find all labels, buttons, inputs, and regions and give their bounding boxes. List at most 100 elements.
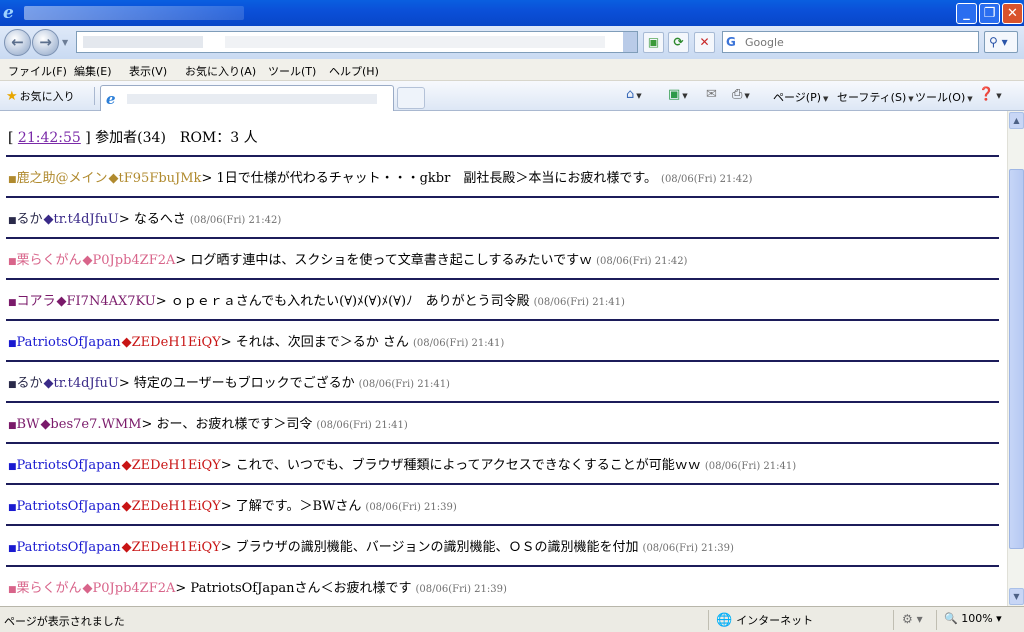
protected-mode-icon[interactable]: ⚙ ▾: [902, 612, 923, 626]
message-timestamp: (08/06(Fri) 21:41): [533, 297, 625, 308]
header-open-bracket: [: [8, 130, 14, 146]
mail-icon[interactable]: ✉: [706, 87, 717, 102]
compatibility-view-icon[interactable]: ▣: [643, 32, 664, 53]
zone-label: インターネット: [736, 614, 814, 627]
message-bullet-icon: ■: [8, 175, 17, 185]
page-menu[interactable]: ページ(P) ▼: [773, 89, 828, 105]
message-bullet-icon: ■: [8, 544, 17, 554]
message-text: 特定のユーザーもブロックでござるか: [133, 376, 355, 391]
chat-message: ■PatriotsOfJapan◆ZEDeH1EiQY> これで、いつでも、ブラ…: [8, 454, 796, 473]
print-icon[interactable]: ⎙ ▼: [732, 87, 750, 102]
star-icon: ★: [6, 89, 18, 104]
message-author: PatriotsOfJapan: [16, 540, 121, 555]
message-timestamp: (08/06(Fri) 21:41): [316, 420, 408, 431]
message-author: 鹿之助@メイン: [16, 171, 108, 186]
message-separator: [6, 483, 999, 485]
back-button[interactable]: ←: [4, 29, 31, 56]
browser-tab[interactable]: e: [100, 85, 394, 111]
status-bar: ページが表示されました 🌐 インターネット ⚙ ▾ 🔍 100% ▾: [0, 606, 1024, 632]
message-text: なるへさ: [133, 212, 186, 227]
window-title-redacted: [24, 6, 244, 20]
status-divider: [708, 610, 709, 630]
help-icon[interactable]: ❓ ▼: [978, 87, 1002, 102]
title-bar: e _ ❐ ✕: [0, 0, 1024, 26]
search-box[interactable]: G: [722, 31, 979, 53]
menu-edit[interactable]: 編集(E): [74, 63, 112, 79]
message-trip: ◆P0Jpb4ZF2A: [82, 581, 176, 596]
scroll-thumb[interactable]: [1009, 169, 1024, 549]
address-redacted: [83, 36, 203, 48]
address-dropdown-button[interactable]: [623, 32, 637, 52]
close-button[interactable]: ✕: [1002, 3, 1023, 24]
message-separator: [6, 237, 999, 239]
message-separator: [6, 401, 999, 403]
message-prompt: >: [175, 253, 191, 268]
message-trip: ◆tF95FbuJMk: [108, 171, 202, 186]
chat-message: ■PatriotsOfJapan◆ZEDeH1EiQY> ブラウザの識別機能、バ…: [8, 536, 734, 555]
security-zone[interactable]: 🌐 インターネット: [716, 612, 813, 628]
message-prompt: >: [220, 540, 236, 555]
message-timestamp: (08/06(Fri) 21:39): [642, 543, 734, 554]
search-input[interactable]: [745, 34, 965, 50]
history-dropdown-icon[interactable]: ▼: [62, 38, 68, 47]
stop-icon[interactable]: ✕: [694, 32, 715, 53]
home-icon[interactable]: ⌂ ▼: [626, 87, 642, 102]
menu-view[interactable]: 表示(V): [129, 63, 167, 79]
scroll-up-button[interactable]: ▲: [1009, 112, 1024, 129]
message-prompt: >: [201, 171, 217, 186]
menu-bar: ファイル(F) 編集(E) 表示(V) お気に入り(A) ツール(T) ヘルプ(…: [0, 59, 1024, 81]
message-trip: ◆ZEDeH1EiQY: [121, 335, 221, 350]
message-timestamp: (08/06(Fri) 21:41): [358, 379, 450, 390]
maximize-button[interactable]: ❐: [979, 3, 1000, 24]
message-author: 栗らくがん: [16, 253, 82, 268]
message-prompt: >: [155, 294, 171, 309]
message-prompt: >: [175, 581, 191, 596]
message-text: 1日で仕様が代わるチャット・・・gkbr 副社長殿＞本当にお疲れ様です。: [216, 171, 658, 186]
message-author: PatriotsOfJapan: [16, 335, 121, 350]
refresh-icon[interactable]: ⟳: [668, 32, 689, 53]
message-text: これで、いつでも、ブラウザ種類によってアクセスできなくすることが可能ｗｗ: [235, 458, 701, 473]
message-text: それは、次回まで＞るか さん: [235, 335, 409, 350]
message-author: るか: [16, 212, 43, 227]
chat-message: ■栗らくがん◆P0Jpb4ZF2A> PatriotsOfJapanさん＜お疲れ…: [8, 577, 507, 596]
message-prompt: >: [220, 335, 236, 350]
message-bullet-icon: ■: [8, 380, 17, 390]
menu-favorites[interactable]: お気に入り(A): [185, 63, 256, 79]
vertical-scrollbar[interactable]: ▲ ▼: [1007, 111, 1024, 606]
message-bullet-icon: ■: [8, 257, 17, 267]
globe-icon: 🌐: [716, 613, 733, 628]
search-button[interactable]: ⚲ ▾: [984, 31, 1018, 53]
address-input[interactable]: [76, 31, 638, 53]
new-tab-button[interactable]: [397, 87, 425, 109]
menu-tools[interactable]: ツール(T): [268, 63, 316, 79]
minimize-button[interactable]: _: [956, 3, 977, 24]
google-icon: G: [726, 35, 736, 49]
menu-file[interactable]: ファイル(F): [8, 63, 67, 79]
scroll-down-button[interactable]: ▼: [1009, 588, 1024, 605]
participant-count: ] 参加者(34) ROM：3 人: [85, 130, 258, 146]
tools-menu-label: ツール(O): [915, 91, 966, 104]
message-author: PatriotsOfJapan: [16, 458, 121, 473]
message-author: BW: [16, 417, 40, 432]
safety-menu[interactable]: セーフティ(S) ▼: [837, 89, 914, 105]
tools-menu[interactable]: ツール(O) ▼: [915, 89, 973, 105]
message-timestamp: (08/06(Fri) 21:42): [189, 215, 282, 226]
forward-button[interactable]: →: [32, 29, 59, 56]
zoom-control[interactable]: 🔍 100% ▾: [944, 612, 1002, 625]
chat-header: [ 21:42:55 ] 参加者(34) ROM：3 人: [8, 127, 258, 147]
message-prompt: >: [118, 376, 134, 391]
favorites-button[interactable]: ★ お気に入り: [6, 88, 75, 104]
message-separator: [6, 196, 999, 198]
message-prompt: >: [220, 499, 236, 514]
refresh-time-link[interactable]: 21:42:55: [18, 130, 81, 146]
message-trip: ◆tr.t4dJfuU: [43, 376, 119, 391]
feeds-icon[interactable]: ▣ ▼: [668, 87, 688, 102]
favorites-label: お気に入り: [19, 90, 75, 103]
menu-help[interactable]: ヘルプ(H): [329, 63, 379, 79]
message-trip: ◆ZEDeH1EiQY: [121, 540, 221, 555]
message-trip: ◆tr.t4dJfuU: [43, 212, 119, 227]
message-bullet-icon: ■: [8, 339, 17, 349]
status-divider: [893, 610, 894, 630]
message-separator: [6, 319, 999, 321]
message-timestamp: (08/06(Fri) 21:42): [596, 256, 688, 267]
